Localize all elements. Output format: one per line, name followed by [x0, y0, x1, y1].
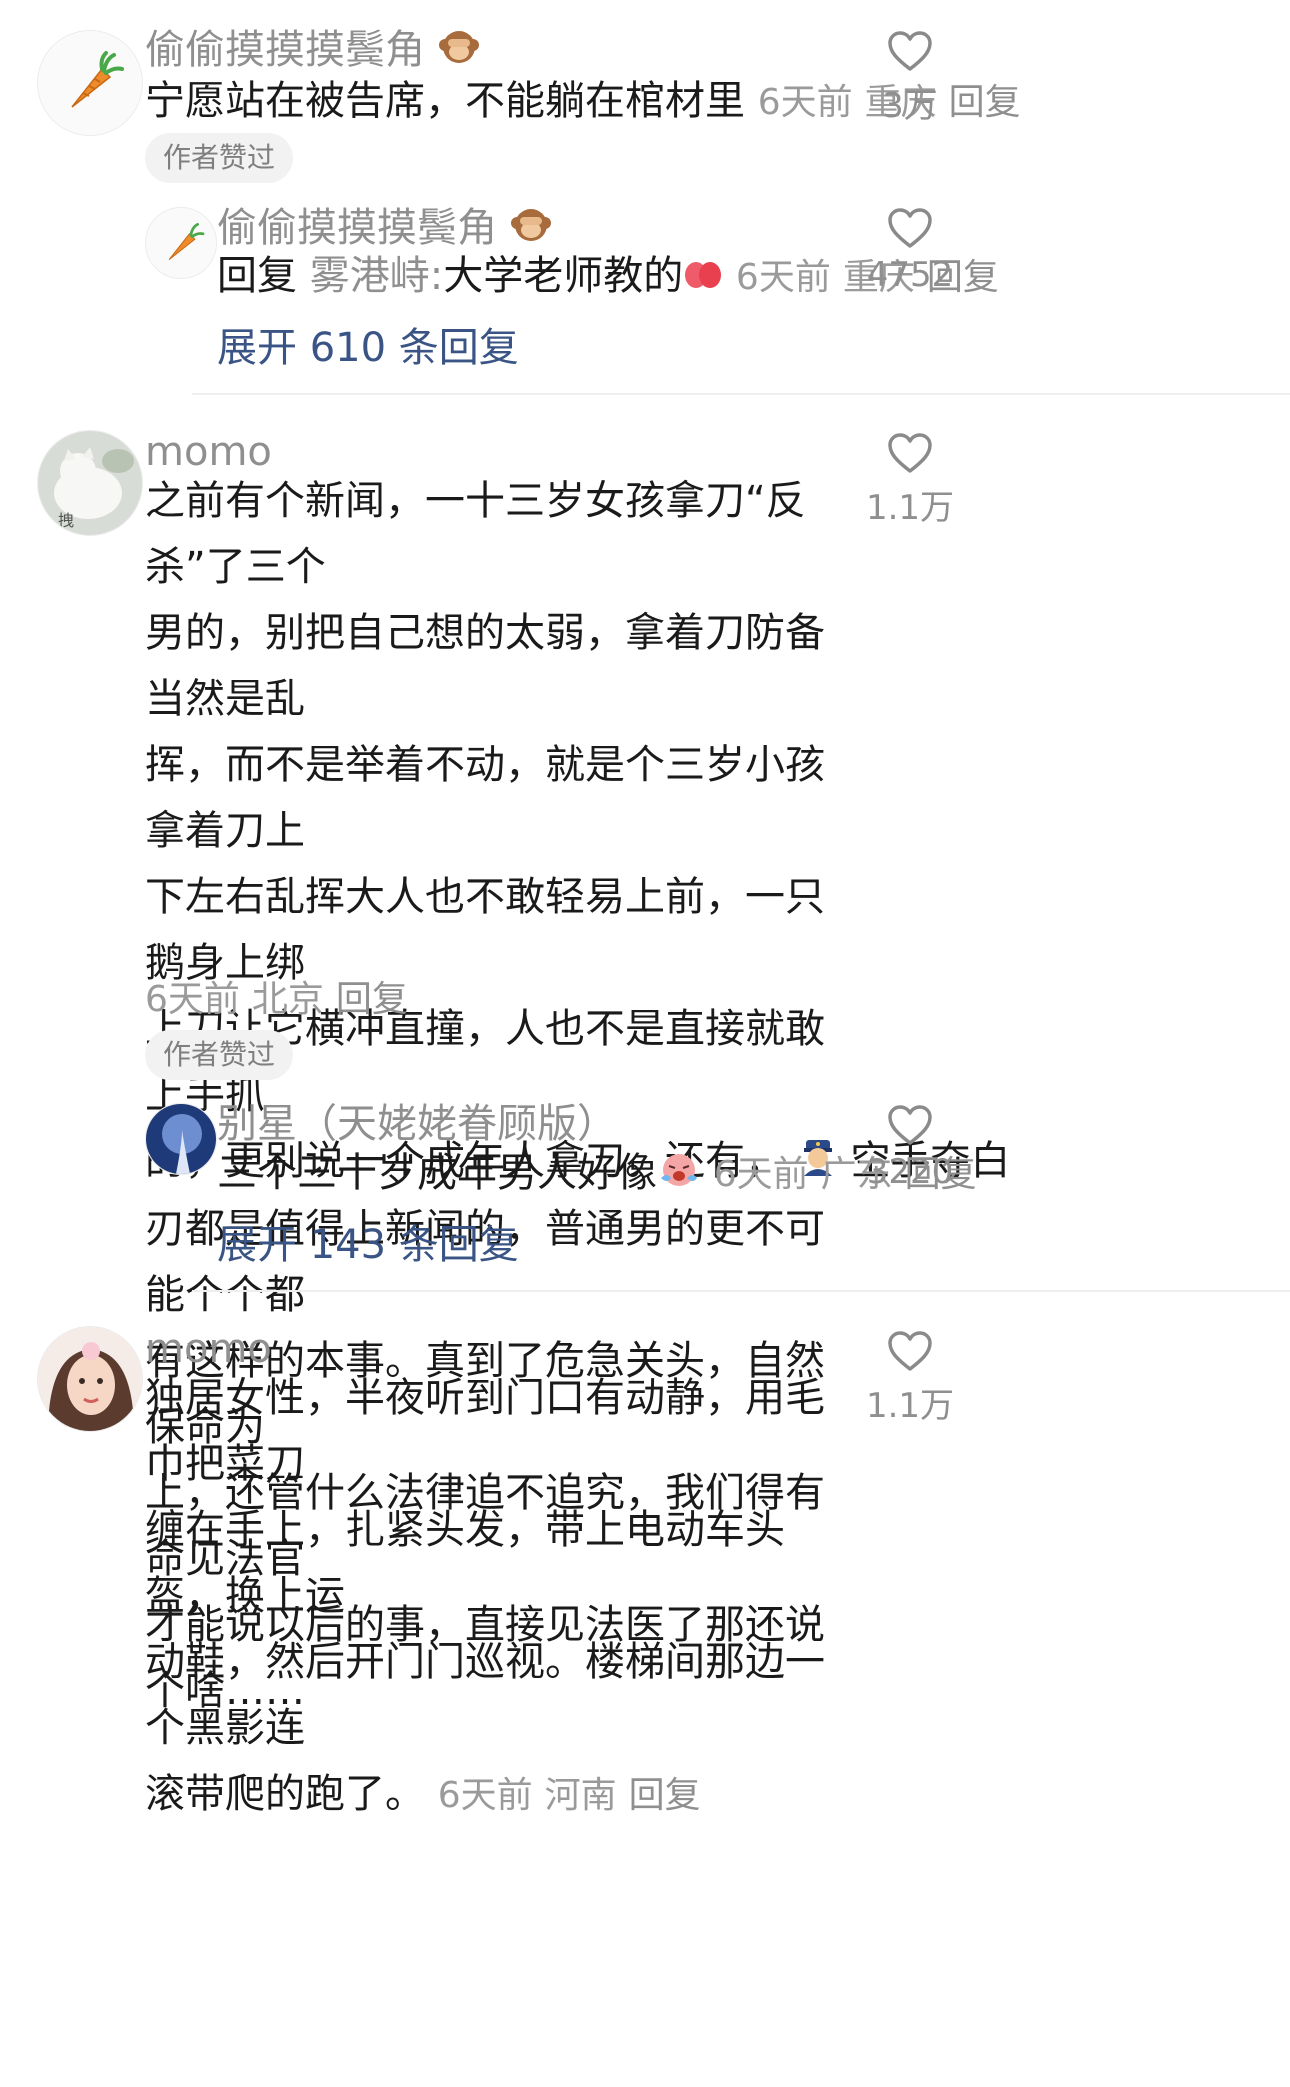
heart-outline-icon	[888, 31, 932, 71]
like-count: 4752	[866, 255, 954, 295]
comment-body: 独居女性，半夜听到门口有动静，用毛巾把菜刀 缠在手上，扎紧头发，带上电动车头盔，…	[145, 1375, 825, 1817]
reply-avatar[interactable]	[145, 1103, 217, 1175]
like-count: 3万	[882, 86, 938, 126]
like-count: 3220	[866, 1152, 954, 1192]
user-avatar[interactable]	[37, 30, 143, 136]
girl-avatar-icon	[38, 1327, 142, 1431]
reply-button[interactable]: 回复	[336, 979, 408, 1020]
like-button[interactable]: 3220	[850, 1104, 970, 1192]
reply-button[interactable]: 回复	[629, 1775, 701, 1816]
comment-meta: 6天前 北京 回复	[145, 978, 420, 1022]
night-scene-avatar-icon	[146, 1104, 216, 1174]
divider	[192, 1290, 1290, 1292]
like-count: 1.1万	[865, 1386, 955, 1426]
expand-replies-link[interactable]: 展开 143 条回复	[217, 1212, 519, 1270]
user-avatar[interactable]: 拽	[37, 430, 143, 536]
crying-face-emoji	[657, 1142, 701, 1208]
user-avatar[interactable]	[37, 1326, 143, 1432]
heart-outline-icon	[888, 433, 932, 473]
like-count: 1.1万	[865, 488, 955, 528]
like-button[interactable]: 1.1万	[850, 1330, 970, 1427]
like-button[interactable]: 4752	[850, 207, 970, 295]
comment-time: 6天前	[757, 82, 853, 123]
reply-avatar[interactable]	[145, 207, 217, 279]
like-button[interactable]: 3万	[850, 30, 970, 127]
peach-emoji	[683, 245, 723, 311]
carrot-icon	[38, 31, 142, 135]
like-button[interactable]: 1.1万	[850, 432, 970, 529]
comment-time: 6天前	[145, 979, 240, 1020]
author-liked-badge: 作者赞过	[145, 1030, 294, 1080]
author-liked-badge: 作者赞过	[145, 133, 294, 183]
comment-location: 河南	[544, 1775, 617, 1816]
comment-time: 6天前	[437, 1775, 533, 1816]
comment-location: 北京	[251, 979, 324, 1020]
expand-replies-link[interactable]: 展开 610 条回复	[217, 315, 519, 373]
reply-to-user[interactable]: 雾港峙:	[310, 253, 443, 299]
heart-outline-icon	[888, 1105, 932, 1145]
avatar-caption: 拽	[58, 511, 75, 530]
carrot-icon	[146, 208, 216, 278]
cat-avatar-icon	[38, 431, 142, 535]
heart-outline-icon	[888, 208, 932, 248]
divider	[192, 393, 1290, 395]
heart-outline-icon	[888, 1331, 932, 1371]
